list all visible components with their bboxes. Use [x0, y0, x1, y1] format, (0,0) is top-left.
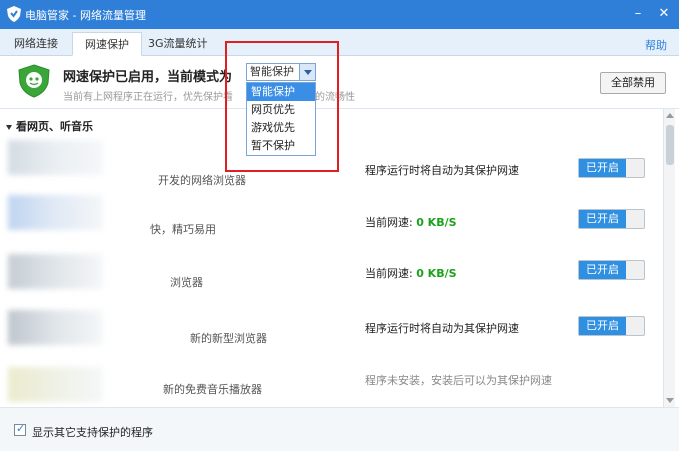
list-item: 新的免费音乐播放器 程序未安装，安装后可以为其保护网速 [0, 359, 662, 406]
close-icon[interactable]: ✕ [656, 6, 672, 22]
app-description: 新的免费音乐播放器 [163, 383, 262, 396]
row-status-text: 程序运行时将自动为其保护网速 [365, 322, 519, 335]
list-item: 浏览器 当前网速: 0 KB/S 已开启 [0, 250, 662, 305]
protection-toggle[interactable]: 已开启 [578, 209, 645, 229]
list-item: 新的新型浏览器 程序运行时将自动为其保护网速 已开启 [0, 304, 662, 359]
row-status-text: 当前网速: 0 KB/S [365, 216, 457, 229]
header-divider [0, 108, 679, 109]
protection-status-title: 网速保护已启用，当前模式为 [63, 70, 233, 85]
scroll-down-icon[interactable] [666, 398, 674, 403]
blurred-app-icon [8, 310, 103, 345]
window-title: 电脑管家 - 网络流量管理 [25, 9, 146, 22]
toggle-on-label: 已开启 [579, 210, 626, 228]
protection-toggle[interactable]: 已开启 [578, 260, 645, 280]
toggle-on-label: 已开启 [579, 159, 626, 177]
collapse-triangle-icon [6, 124, 12, 130]
row-status-text: 程序运行时将自动为其保护网速 [365, 164, 519, 177]
app-description: 浏览器 [170, 276, 203, 289]
scroll-up-icon[interactable] [666, 113, 674, 118]
title-bar: 电脑管家 - 网络流量管理 – ✕ [0, 0, 679, 29]
tab-speed-protection[interactable]: 网速保护 [72, 32, 142, 56]
app-description: 开发的网络浏览器 [158, 174, 246, 187]
speed-value: 0 KB/S [416, 267, 457, 280]
minimize-icon[interactable]: – [630, 6, 646, 22]
shield-status-icon [18, 64, 50, 98]
show-other-programs-label[interactable]: 显示其它支持保护的程序 [32, 424, 153, 440]
shield-logo-icon [7, 6, 21, 22]
disable-all-button[interactable]: 全部禁用 [600, 72, 666, 94]
tab-network-connections[interactable]: 网络连接 [2, 32, 70, 56]
speed-value: 0 KB/S [416, 216, 457, 229]
protection-status-subtitle: 当前有上网程序正在运行，优先保护看 [63, 92, 233, 103]
app-description: 快，精巧易用 [150, 223, 216, 236]
blurred-app-icon [8, 254, 103, 289]
app-description: 新的新型浏览器 [190, 332, 267, 345]
blurred-app-icon [8, 195, 103, 230]
list-scrollbar[interactable] [663, 109, 675, 407]
row-status-text: 当前网速: 0 KB/S [365, 267, 457, 280]
tab-3g-stats[interactable]: 3G流量统计 [136, 32, 220, 56]
list-item: 快，精巧易用 当前网速: 0 KB/S 已开启 [0, 193, 662, 248]
show-other-programs-checkbox[interactable] [14, 422, 26, 436]
toggle-on-label: 已开启 [579, 261, 626, 279]
program-list: 开发的网络浏览器 程序运行时将自动为其保护网速 已开启 快，精巧易用 当前网速:… [0, 132, 662, 406]
help-link[interactable]: 帮助 [645, 37, 667, 53]
highlight-annotation-box [225, 41, 339, 172]
tab-bar: 网络连接 网速保护 3G流量统计 帮助 [0, 29, 679, 56]
scrollbar-thumb[interactable] [666, 125, 674, 165]
protection-toggle[interactable]: 已开启 [578, 158, 645, 178]
row-status-text: 程序未安装，安装后可以为其保护网速 [365, 374, 552, 387]
blurred-app-icon [8, 140, 103, 175]
blurred-app-icon [8, 367, 103, 402]
toggle-on-label: 已开启 [579, 317, 626, 335]
protection-toggle[interactable]: 已开启 [578, 316, 645, 336]
